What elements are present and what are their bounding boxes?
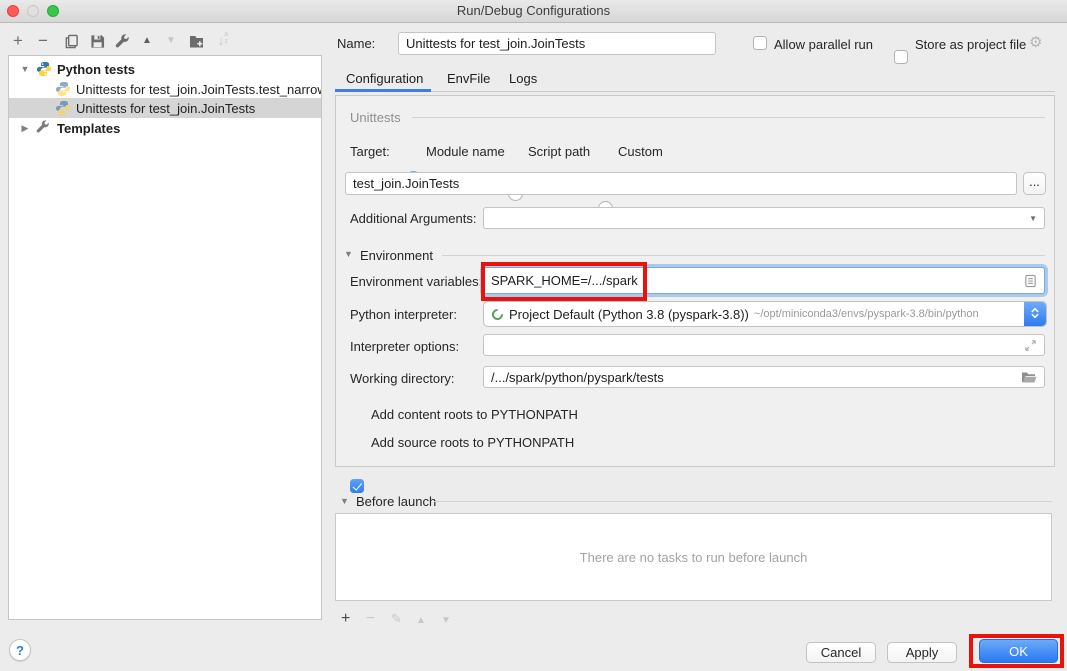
python-test-icon [55,81,71,97]
move-up-icon[interactable]: ▲ [138,31,156,51]
radio-module-name-label: Module name [426,144,505,159]
tree-item-unittest-narrow[interactable]: Unittests for test_join.JoinTests.test_n… [9,79,321,99]
radio-script-path-label: Script path [528,144,590,159]
ellipsis-icon: ... [1029,174,1040,189]
working-directory-value: /.../spark/python/pyspark/tests [491,370,664,385]
before-launch-divider [434,501,1052,502]
add-source-roots-label: Add source roots to PYTHONPATH [371,435,574,450]
move-down-icon-disabled: ▼ [162,31,180,51]
help-button[interactable]: ? [9,639,31,661]
cancel-button-label: Cancel [821,645,861,660]
python-interpreter-value: Project Default (Python 3.8 (pyspark-3.8… [509,307,749,322]
store-as-project-file-checkbox[interactable] [894,50,908,64]
working-directory-input[interactable]: /.../spark/python/pyspark/tests [483,366,1045,388]
tree-item-templates[interactable]: ▶ Templates [9,118,321,138]
environment-collapse-icon[interactable]: ▼ [344,249,353,259]
before-launch-add-icon[interactable]: + [341,610,350,628]
interpreter-options-input[interactable] [483,334,1045,356]
before-launch-empty-text: There are no tasks to run before launch [580,550,808,565]
before-launch-collapse-icon[interactable]: ▼ [340,496,349,506]
before-launch-task-list: There are no tasks to run before launch [335,513,1052,601]
arguments-expand-icon[interactable]: ▼ [1029,214,1037,223]
edit-templates-wrench-icon[interactable] [113,31,131,51]
tab-logs[interactable]: Logs [509,71,537,86]
before-launch-remove-icon-disabled: − [366,610,375,628]
before-launch-move-down-icon-disabled: ▼ [441,615,451,626]
environment-variables-input[interactable]: SPARK_HOME=/.../spark [483,267,1045,294]
python-interpreter-label: Python interpreter: [350,307,457,322]
interpreter-dropdown-button[interactable] [1024,302,1046,326]
python-tests-icon [36,61,52,77]
module-name-input[interactable]: test_join.JoinTests [345,172,1017,195]
conda-environment-icon [490,306,506,322]
tab-configuration[interactable]: Configuration [346,71,423,86]
interpreter-options-label: Interpreter options: [350,339,459,354]
tab-divider [431,91,1055,92]
apply-button[interactable]: Apply [887,642,957,663]
working-directory-label: Working directory: [350,371,455,386]
chevron-down-icon[interactable]: ▼ [20,64,30,74]
before-launch-move-up-icon-disabled: ▲ [416,615,426,626]
tree-item-unittest-jointests-selected[interactable]: Unittests for test_join.JoinTests [9,98,321,118]
python-interpreter-combobox[interactable]: Project Default (Python 3.8 (pyspark-3.8… [483,301,1047,327]
save-configuration-icon[interactable] [88,31,106,51]
tree-item-label: Unittests for test_join.JoinTests [76,101,255,116]
remove-configuration-icon[interactable]: − [34,31,52,51]
active-tab-underline [335,89,431,92]
add-content-roots-checkbox[interactable] [350,479,364,493]
environment-section-title: Environment [360,248,433,263]
configuration-tree: ▼ Python tests Unittests for test_join.J… [8,55,322,620]
tab-envfile[interactable]: EnvFile [447,71,490,86]
additional-arguments-label: Additional Arguments: [350,211,476,226]
radio-custom-label: Custom [618,144,663,159]
wrench-icon [36,120,52,136]
copy-configuration-icon[interactable] [62,31,80,51]
gear-icon[interactable]: ⚙ [1029,33,1042,51]
name-label: Name: [337,36,375,51]
tree-item-label: Templates [57,121,120,136]
tree-item-label: Python tests [57,62,135,77]
additional-arguments-input[interactable]: ▼ [483,207,1045,229]
allow-parallel-run-checkbox[interactable] [753,36,767,50]
env-variables-list-icon[interactable] [1024,274,1037,288]
browse-module-button[interactable]: ... [1023,172,1046,195]
window-title: Run/Debug Configurations [0,0,1067,22]
allow-parallel-run-label: Allow parallel run [774,37,873,52]
tree-item-label: Unittests for test_join.JoinTests.test_n… [76,82,321,97]
add-content-roots-label: Add content roots to PYTHONPATH [371,407,578,422]
expand-field-icon[interactable] [1024,339,1037,352]
before-launch-title: Before launch [356,494,436,509]
ok-button-label: OK [1009,644,1028,659]
folder-browse-icon[interactable] [1021,371,1037,384]
tree-item-python-tests[interactable]: ▼ Python tests [9,59,321,79]
chevron-right-icon[interactable]: ▶ [20,123,30,134]
before-launch-edit-pencil-icon-disabled: ✎ [391,612,402,627]
environment-variables-label: Environment variables: [350,274,482,289]
chevron-up-down-icon [1030,305,1040,324]
name-value: Unittests for test_join.JoinTests [406,36,585,51]
run-debug-configurations-dialog: Run/Debug Configurations + − ▲ ▼ ↓az ▼ P… [0,0,1067,671]
group-divider [412,117,1045,118]
add-configuration-icon[interactable]: + [9,31,27,51]
new-folder-icon[interactable] [188,31,206,51]
target-label: Target: [350,144,390,159]
sort-configurations-icon-disabled: ↓az [214,31,232,51]
cancel-button[interactable]: Cancel [806,642,876,663]
module-name-value: test_join.JoinTests [353,176,459,191]
python-interpreter-path: ~/opt/miniconda3/envs/pyspark-3.8/bin/py… [754,308,979,320]
environment-divider [442,255,1045,256]
store-as-project-file-label: Store as project file [915,37,1026,52]
python-test-icon [55,100,71,116]
ok-button[interactable]: OK [979,639,1058,663]
name-input[interactable]: Unittests for test_join.JoinTests [398,32,716,55]
apply-button-label: Apply [906,645,939,660]
environment-variables-value: SPARK_HOME=/.../spark [491,273,638,288]
unittests-group-title: Unittests [350,110,401,125]
